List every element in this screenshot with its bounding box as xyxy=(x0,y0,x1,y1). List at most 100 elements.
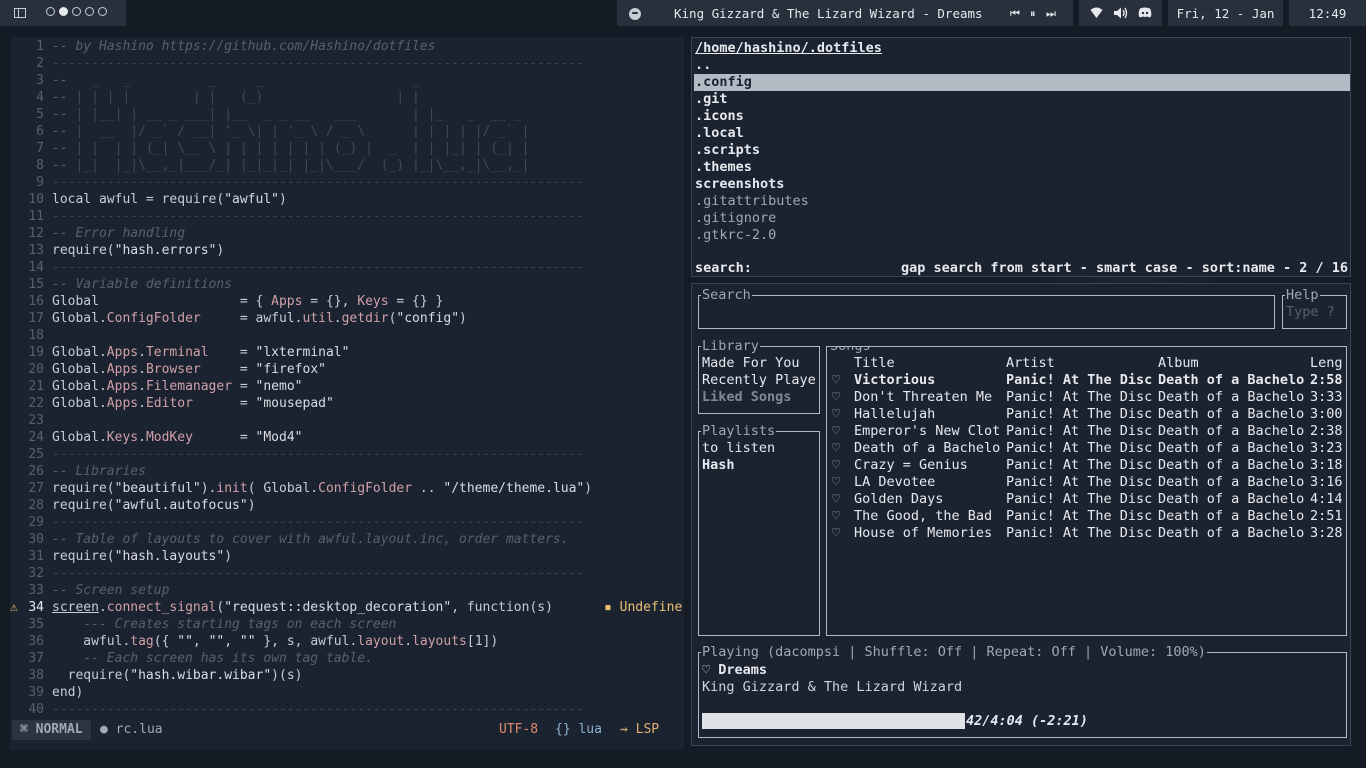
search-prompt[interactable]: search: xyxy=(695,260,752,276)
tag-2-icon[interactable] xyxy=(59,7,68,16)
table-row[interactable]: ♡ Victorious Panic! At The Disc Death of a … xyxy=(830,372,1345,389)
code-line[interactable]: 4 -- | | | | | | (_) | | xyxy=(10,89,684,106)
heart-icon[interactable]: ♡ xyxy=(832,423,840,440)
directory-entry[interactable]: .local xyxy=(694,125,1350,142)
code-line[interactable]: 32 --------------------------------------… xyxy=(10,565,684,582)
code-line[interactable]: 36 awful.tag({ "", "", "" }, s, awful.la… xyxy=(10,633,684,650)
code-line[interactable]: 30 -- Table of layouts to cover with awfu… xyxy=(10,531,684,548)
file-list[interactable]: .. .config .git .icons .local .scripts .themes… xyxy=(694,57,1350,244)
code-line[interactable]: 11 --------------------------------------… xyxy=(10,208,684,225)
code-line[interactable]: 37 -- Each screen has its own tag table. xyxy=(10,650,684,667)
heart-icon[interactable]: ♡ xyxy=(832,525,840,542)
code-line[interactable]: 12 -- Error handling xyxy=(10,225,684,242)
code-line[interactable]: 5 -- | |__| | __ _ ___| |__ _ _ __ ___ | … xyxy=(10,106,684,123)
code-line[interactable]: 17 Global.ConfigFolder = awful.util.getdi… xyxy=(10,310,684,327)
table-row[interactable]: ♡ LA Devotee Panic! At The Disc Death of a … xyxy=(830,474,1345,491)
heart-icon[interactable]: ♡ xyxy=(832,491,840,508)
code-line[interactable]: 26 -- Libraries xyxy=(10,463,684,480)
code-line[interactable]: 22 Global.Apps.Editor = "mousepad" xyxy=(10,395,684,412)
code-line[interactable]: 23 xyxy=(10,412,684,429)
heart-icon[interactable]: ♡ xyxy=(832,474,840,491)
directory-entry[interactable]: .themes xyxy=(694,159,1350,176)
tag-1-icon[interactable] xyxy=(46,7,55,16)
directory-entry[interactable]: .scripts xyxy=(694,142,1350,159)
file-entry[interactable]: .gitignore xyxy=(694,210,1350,227)
tag-3-icon[interactable] xyxy=(72,7,81,16)
code-line[interactable]: 19 Global.Apps.Terminal = "lxterminal" xyxy=(10,344,684,361)
pause-icon[interactable]: ⏸ xyxy=(1030,7,1036,21)
code-line[interactable]: 24 Global.Keys.ModKey = "Mod4" xyxy=(10,429,684,446)
directory-entry[interactable]: .icons xyxy=(694,108,1350,125)
code-line[interactable]: 3 -- _ _ _ _ _ xyxy=(10,72,684,89)
tag-5-icon[interactable] xyxy=(98,7,107,16)
table-row[interactable]: ♡ Golden Days Panic! At The Disc Death of a… xyxy=(830,491,1345,508)
code-line[interactable]: 16 Global = { Apps = {}, Keys = {} } xyxy=(10,293,684,310)
code-line[interactable]: 9 ---------------------------------------… xyxy=(10,174,684,191)
heart-icon[interactable]: ♡ xyxy=(832,389,840,406)
code-line[interactable]: 6 -- | __ |/ _` / __| '_ \| | '_ \ / _ \ … xyxy=(10,123,684,140)
col-title[interactable]: Title xyxy=(854,355,895,372)
library-item[interactable]: Liked Songs xyxy=(702,389,816,406)
wifi-icon[interactable] xyxy=(1090,7,1103,19)
spotify-icon[interactable] xyxy=(629,8,641,20)
code-line[interactable]: 7 -- | | | | (_| \__ \ | | | | | | | (_) … xyxy=(10,140,684,157)
code-line[interactable]: ⚠ 34 screen.connect_signal("request::deskt… xyxy=(10,599,684,616)
code-line[interactable]: 2 ---------------------------------------… xyxy=(10,55,684,72)
file-entry[interactable]: .gtkrc-2.0 xyxy=(694,227,1350,244)
code-line[interactable]: 15 -- Variable definitions xyxy=(10,276,684,293)
code-line[interactable]: 27 require("beautiful").init( Global.Conf… xyxy=(10,480,684,497)
table-row[interactable]: ♡ Emperor's New Clot Panic! At The Disc Dea… xyxy=(830,423,1345,440)
code-line[interactable]: 21 Global.Apps.Filemanager = "nemo" xyxy=(10,378,684,395)
heart-icon[interactable]: ♡ xyxy=(832,457,840,474)
code-line[interactable]: 35 --- Creates starting tags on each scr… xyxy=(10,616,684,633)
table-row[interactable]: ♡ House of Memories Panic! At The Disc Deat… xyxy=(830,525,1345,542)
code-line[interactable]: 40 --------------------------------------… xyxy=(10,701,684,718)
table-row[interactable]: ♡ Death of a Bachelo Panic! At The Disc Dea… xyxy=(830,440,1345,457)
heart-icon[interactable]: ♡ xyxy=(832,508,840,525)
code-line[interactable]: 18 xyxy=(10,327,684,344)
code-line[interactable]: 39 end) xyxy=(10,684,684,701)
col-album[interactable]: Album xyxy=(1158,355,1199,372)
search-input[interactable]: Search xyxy=(698,287,1275,329)
code-line[interactable]: 31 require("hash.layouts") xyxy=(10,548,684,565)
directory-entry[interactable]: screenshots xyxy=(694,176,1350,193)
playlist-item[interactable]: to listen xyxy=(702,440,775,457)
directory-entry[interactable]: .git xyxy=(694,91,1350,108)
heart-icon[interactable]: ♡ xyxy=(832,406,840,423)
code-line[interactable]: 1 -- by Hashino https://github.com/Hashin… xyxy=(10,38,684,55)
directory-entry[interactable]: .config xyxy=(694,74,1350,91)
table-row[interactable]: ♡ Don't Threaten Me Panic! At The Disc Deat… xyxy=(830,389,1345,406)
file-manager[interactable]: /home/hashino/.dotfiles .. .config .git .ic… xyxy=(691,37,1351,277)
code-line[interactable]: 38 require("hash.wibar.wibar")(s) xyxy=(10,667,684,684)
code-line[interactable]: 28 require("awful.autofocus") xyxy=(10,497,684,514)
library-item[interactable]: Recently Playe xyxy=(702,372,816,389)
file-entry[interactable]: .gitattributes xyxy=(694,193,1350,210)
directory-entry[interactable]: .. xyxy=(694,57,1350,74)
neovim-editor[interactable]: 1 -- by Hashino https://github.com/Hashin… xyxy=(10,37,684,750)
date-widget[interactable]: Fri, 12 - Jan xyxy=(1168,0,1283,26)
heart-icon[interactable]: ♡ xyxy=(832,372,840,389)
volume-icon[interactable] xyxy=(1114,7,1128,19)
col-artist[interactable]: Artist xyxy=(1006,355,1055,372)
prev-icon[interactable]: ⏮ xyxy=(1010,7,1020,21)
code-line[interactable]: 33 -- Screen setup xyxy=(10,582,684,599)
next-icon[interactable]: ⏭ xyxy=(1046,7,1056,21)
discord-icon[interactable] xyxy=(1138,7,1152,18)
code-line[interactable]: 10 local awful = require("awful") xyxy=(10,191,684,208)
table-row[interactable]: ♡ Crazy = Genius Panic! At The Disc Death o… xyxy=(830,457,1345,474)
progress-bar[interactable]: 42/4:04 (-2:21) xyxy=(702,713,1344,729)
tag-4-icon[interactable] xyxy=(85,7,94,16)
playlist-item[interactable]: Hash xyxy=(702,457,775,474)
code-line[interactable]: 29 --------------------------------------… xyxy=(10,514,684,531)
heart-icon[interactable]: ♡ xyxy=(832,440,840,457)
help-box[interactable]: Help Type ? xyxy=(1282,287,1347,329)
code-line[interactable]: 25 --------------------------------------… xyxy=(10,446,684,463)
library-item[interactable]: Made For You xyxy=(702,355,816,372)
clock-widget[interactable]: 12:49 xyxy=(1289,0,1366,26)
editor-buffer[interactable]: 1 -- by Hashino https://github.com/Hashin… xyxy=(10,38,684,718)
table-row[interactable]: ♡ The Good, the Bad Panic! At The Disc Deat… xyxy=(830,508,1345,525)
col-length[interactable]: Leng xyxy=(1310,355,1343,372)
code-line[interactable]: 8 -- |_| |_|\__,_|___/_| |_|_|_| |_|\___/… xyxy=(10,157,684,174)
layout-icon[interactable] xyxy=(14,8,26,18)
table-row[interactable]: ♡ Hallelujah Panic! At The Disc Death of a … xyxy=(830,406,1345,423)
